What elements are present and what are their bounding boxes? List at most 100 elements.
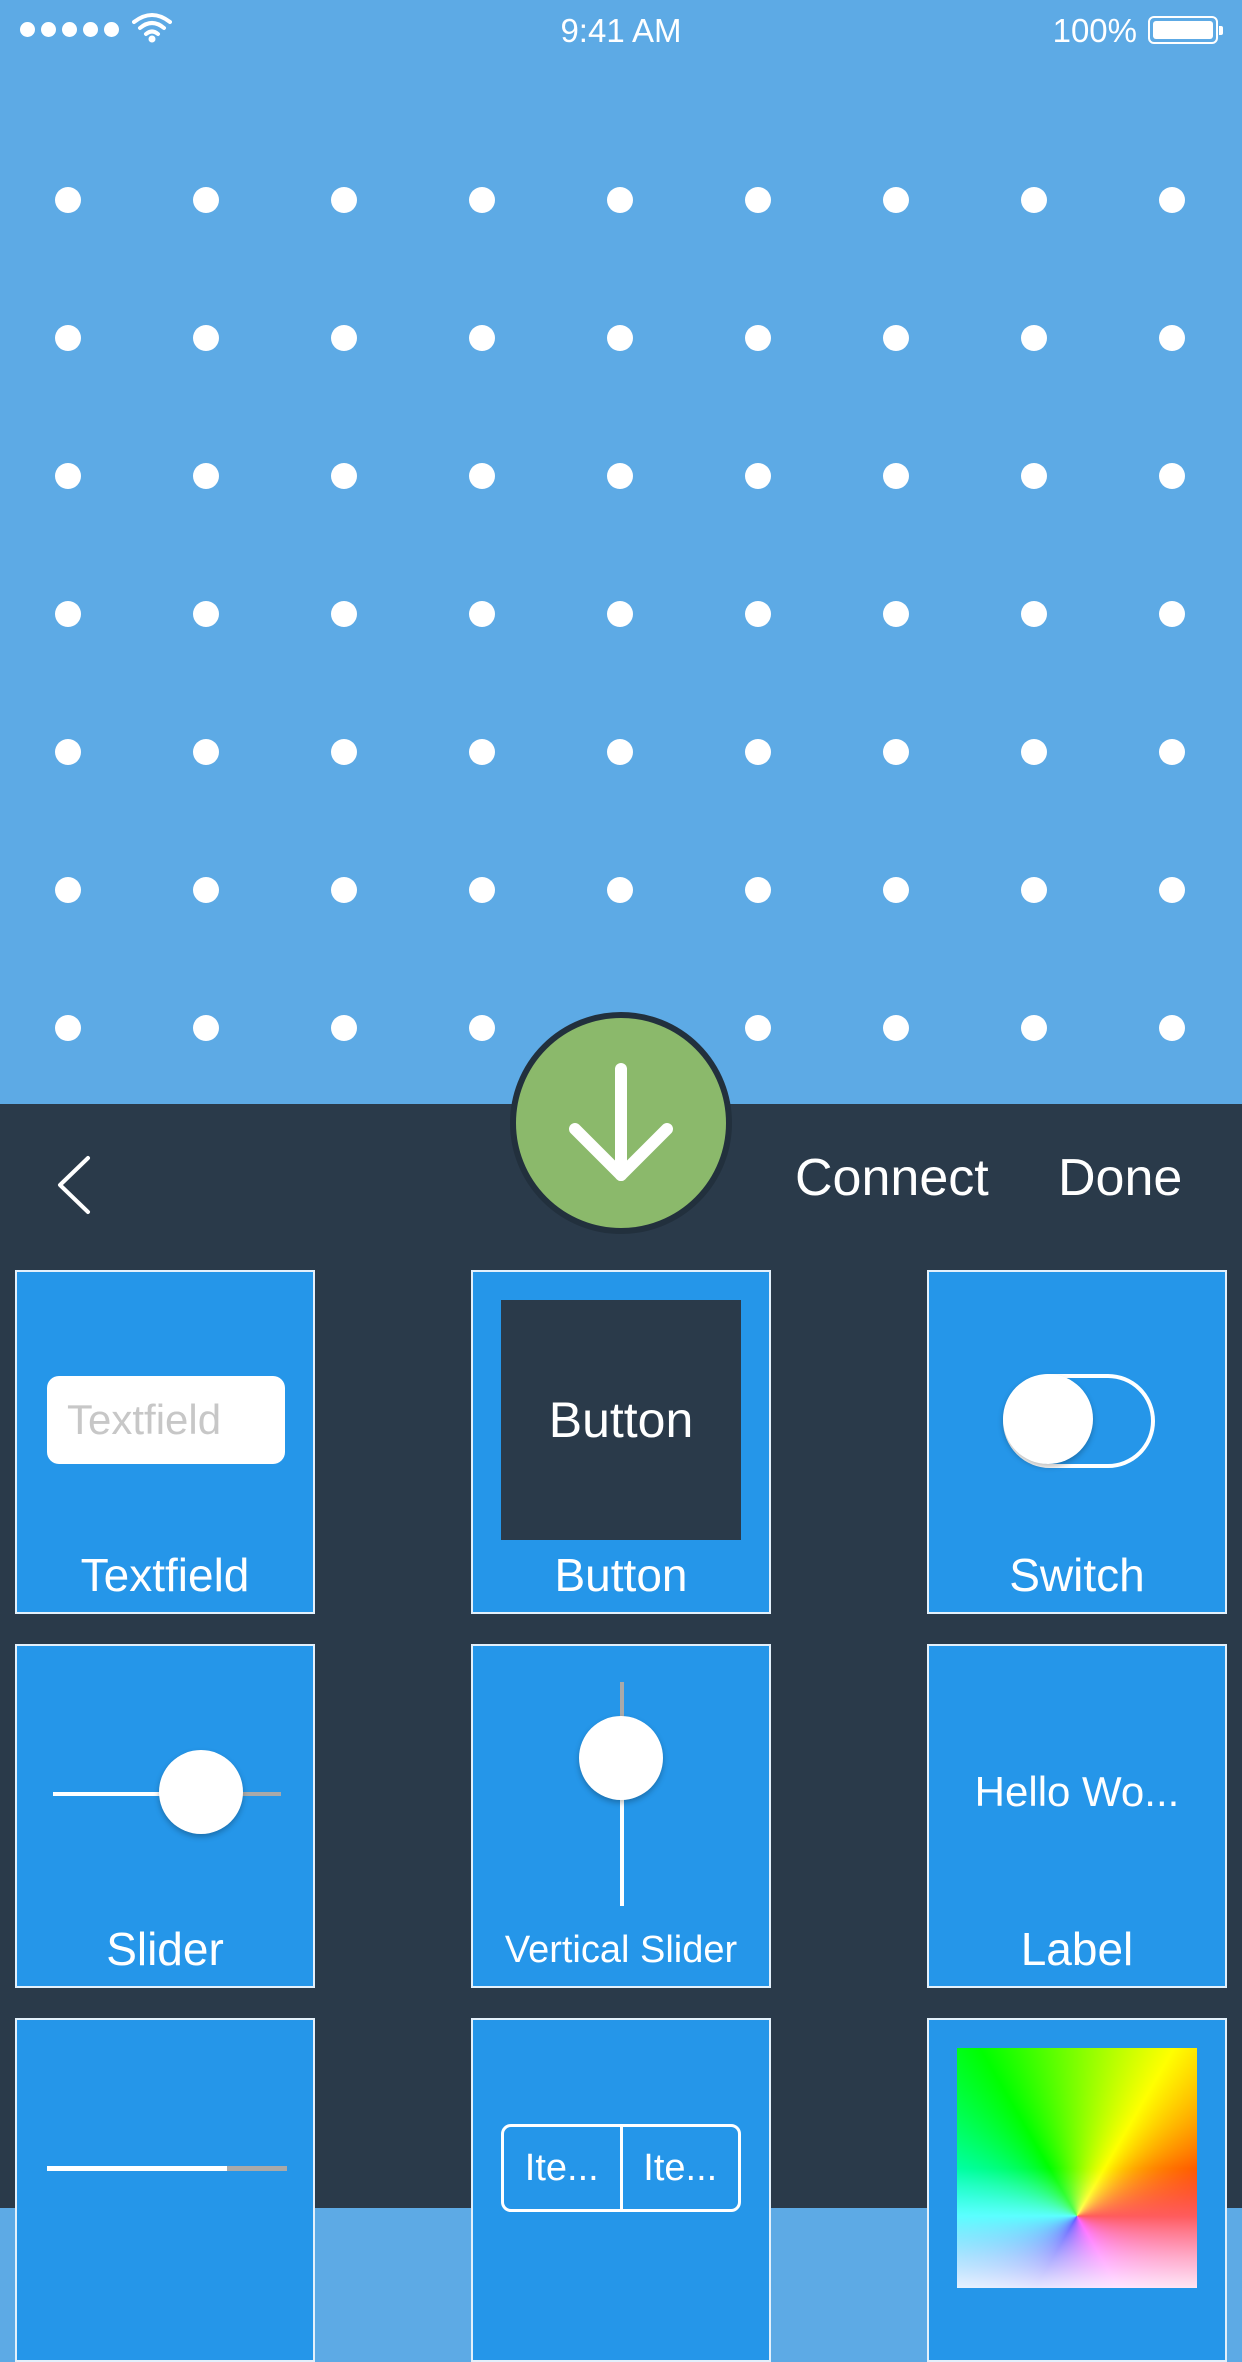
grid-dot bbox=[1021, 739, 1047, 765]
grid-dot bbox=[469, 187, 495, 213]
vertical-slider-knob bbox=[579, 1716, 663, 1800]
grid-dot bbox=[331, 187, 357, 213]
grid-dot bbox=[193, 601, 219, 627]
grid-dot bbox=[55, 325, 81, 351]
grid-dot bbox=[1159, 187, 1185, 213]
label-preview: Hello Wo... bbox=[974, 1768, 1180, 1815]
grid-dot bbox=[55, 187, 81, 213]
grid-dot bbox=[331, 739, 357, 765]
grid-dot bbox=[469, 739, 495, 765]
grid-dot bbox=[331, 877, 357, 903]
color-wheel-preview bbox=[957, 2048, 1197, 2288]
grid-dot bbox=[331, 325, 357, 351]
grid-dot bbox=[745, 463, 771, 489]
segment-item: Ite... bbox=[524, 2147, 599, 2189]
grid-dot bbox=[745, 601, 771, 627]
grid-dot bbox=[193, 877, 219, 903]
connect-button[interactable]: Connect bbox=[795, 1148, 989, 1208]
grid-dot bbox=[1159, 877, 1185, 903]
grid-dot bbox=[55, 601, 81, 627]
tile-label: Vertical Slider bbox=[504, 1929, 738, 1971]
button-tile[interactable]: Button Button bbox=[471, 1270, 771, 1614]
switch-tile[interactable]: Switch bbox=[927, 1270, 1227, 1614]
dot-grid-canvas[interactable] bbox=[0, 60, 1242, 1104]
grid-dot bbox=[1159, 601, 1185, 627]
grid-dot bbox=[883, 325, 909, 351]
grid-dot bbox=[331, 1015, 357, 1041]
button-preview: Button bbox=[501, 1300, 741, 1540]
grid-dot bbox=[883, 1015, 909, 1041]
battery-icon bbox=[1148, 16, 1223, 44]
grid-dot bbox=[1021, 601, 1047, 627]
tile-label: Slider bbox=[106, 1923, 224, 1975]
slider-track-filled bbox=[53, 1792, 173, 1796]
grid-dot bbox=[883, 187, 909, 213]
label-tile[interactable]: Hello Wo... Label bbox=[927, 1644, 1227, 1988]
grid-dot bbox=[331, 601, 357, 627]
grid-dot bbox=[883, 463, 909, 489]
grid-dot bbox=[55, 877, 81, 903]
slider-knob bbox=[159, 1750, 243, 1834]
chevron-left-icon[interactable] bbox=[50, 1150, 100, 1220]
grid-dot bbox=[607, 877, 633, 903]
vertical-slider-tile[interactable]: Vertical Slider bbox=[471, 1644, 771, 1988]
grid-dot bbox=[607, 739, 633, 765]
grid-dot bbox=[745, 739, 771, 765]
collapse-panel-button[interactable] bbox=[510, 1012, 732, 1234]
status-bar: 9:41 AM 100% bbox=[0, 0, 1242, 60]
grid-dot bbox=[1159, 325, 1185, 351]
grid-dot bbox=[883, 877, 909, 903]
grid-dot bbox=[745, 1015, 771, 1041]
grid-dot bbox=[1021, 463, 1047, 489]
grid-dot bbox=[469, 1015, 495, 1041]
grid-dot bbox=[1159, 739, 1185, 765]
tile-label: Button bbox=[554, 1549, 688, 1601]
textfield-tile[interactable]: Textfield Textfield bbox=[15, 1270, 315, 1614]
grid-dot bbox=[745, 877, 771, 903]
done-button[interactable]: Done bbox=[1058, 1148, 1182, 1208]
grid-dot bbox=[55, 739, 81, 765]
grid-dot bbox=[193, 325, 219, 351]
arrow-down-icon bbox=[569, 1063, 673, 1181]
grid-dot bbox=[193, 739, 219, 765]
switch-knob bbox=[1003, 1374, 1093, 1464]
progress-bar-filled bbox=[47, 2166, 227, 2171]
grid-dot bbox=[193, 1015, 219, 1041]
grid-dot bbox=[193, 463, 219, 489]
segmented-control-tile[interactable]: Ite... Ite... bbox=[471, 2018, 771, 2362]
segmented-control-preview: Ite... Ite... bbox=[501, 2124, 741, 2212]
grid-dot bbox=[1021, 187, 1047, 213]
grid-dot bbox=[469, 325, 495, 351]
grid-dot bbox=[1021, 877, 1047, 903]
tile-label: Textfield bbox=[80, 1549, 250, 1601]
battery-percent: 100% bbox=[1052, 12, 1137, 49]
grid-dot bbox=[55, 463, 81, 489]
grid-dot bbox=[1021, 325, 1047, 351]
slider-tile[interactable]: Slider bbox=[15, 1644, 315, 1988]
tile-label: Label bbox=[1020, 1923, 1134, 1975]
grid-dot bbox=[331, 463, 357, 489]
grid-dot bbox=[1159, 463, 1185, 489]
grid-dot bbox=[607, 325, 633, 351]
segment-item: Ite... bbox=[619, 2127, 739, 2209]
grid-dot bbox=[1021, 1015, 1047, 1041]
grid-dot bbox=[55, 1015, 81, 1041]
grid-dot bbox=[745, 187, 771, 213]
color-picker-tile[interactable] bbox=[927, 2018, 1227, 2362]
textfield-preview: Textfield bbox=[47, 1376, 285, 1464]
tile-label: Switch bbox=[1009, 1549, 1145, 1601]
grid-dot bbox=[1159, 1015, 1185, 1041]
grid-dot bbox=[469, 601, 495, 627]
grid-dot bbox=[607, 463, 633, 489]
grid-dot bbox=[469, 463, 495, 489]
grid-dot bbox=[883, 601, 909, 627]
widget-panel: Connect Done Textfield Textfield Button … bbox=[0, 1104, 1242, 2362]
progress-bar-track bbox=[227, 2166, 287, 2171]
grid-dot bbox=[883, 739, 909, 765]
grid-dot bbox=[745, 325, 771, 351]
progress-tile[interactable] bbox=[15, 2018, 315, 2362]
grid-dot bbox=[193, 187, 219, 213]
grid-dot bbox=[607, 601, 633, 627]
grid-dot bbox=[607, 187, 633, 213]
grid-dot bbox=[469, 877, 495, 903]
